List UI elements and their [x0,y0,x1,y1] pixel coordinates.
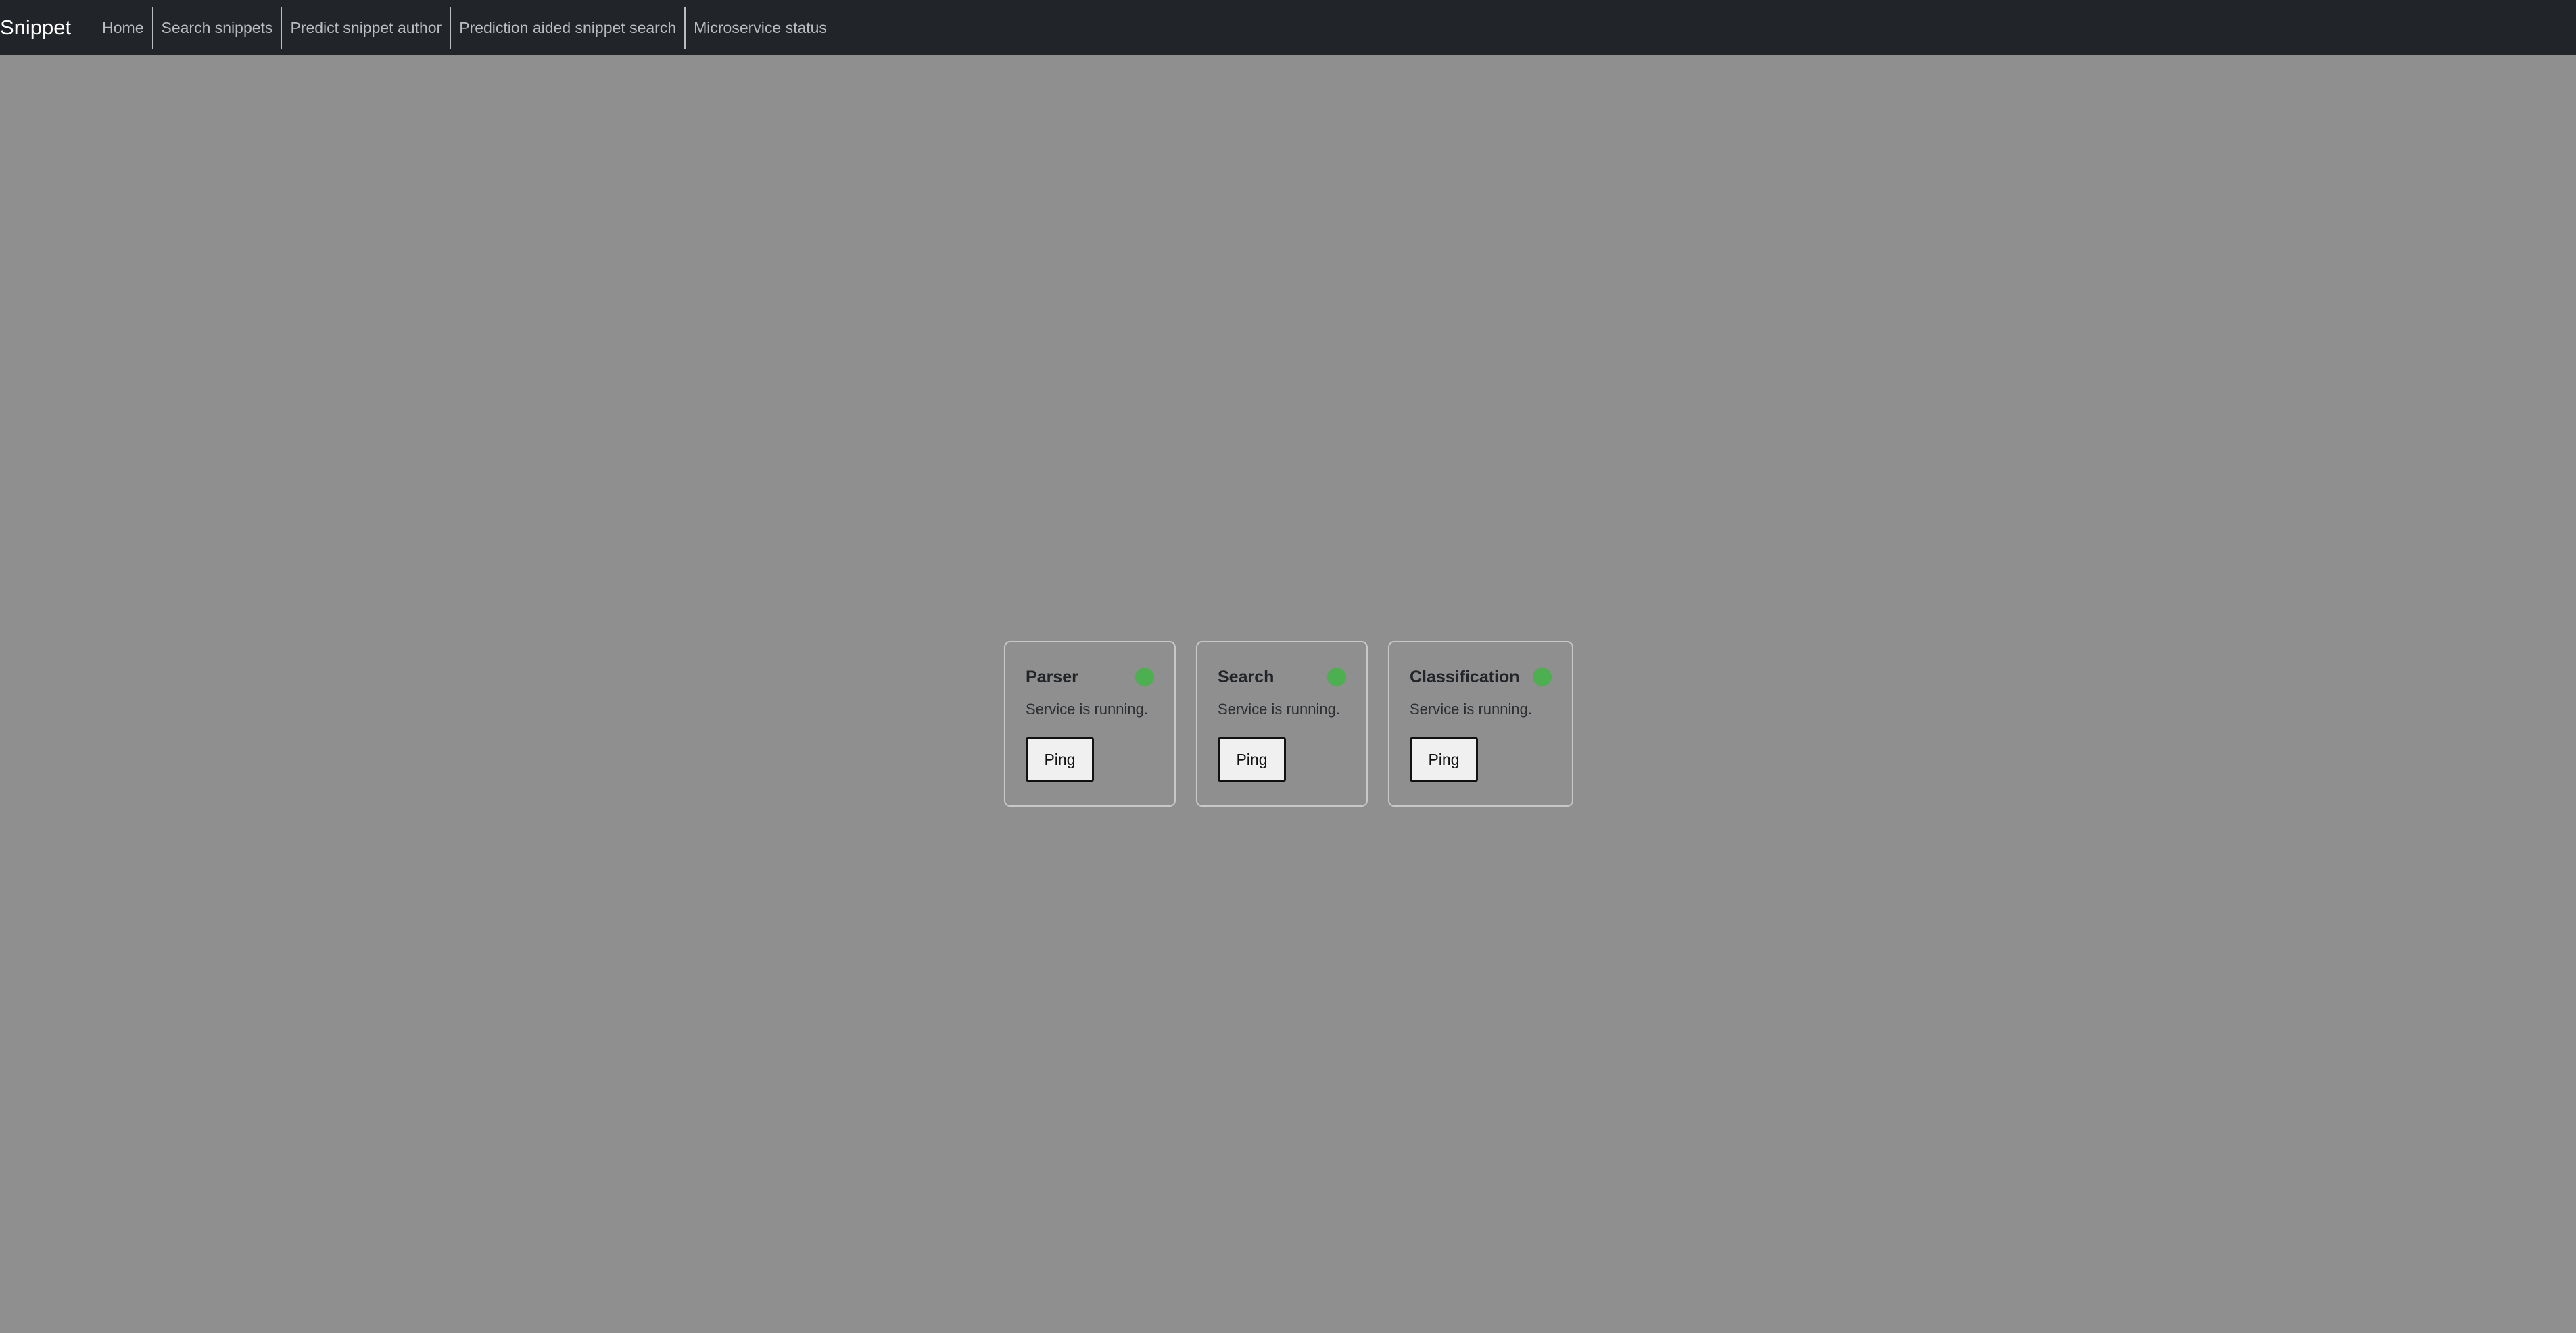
service-card-classification: Classification Service is running. Ping [1388,641,1573,807]
service-name: Classification [1410,667,1520,686]
status-indicator-icon [1135,668,1154,686]
card-header: Search [1218,661,1346,693]
status-indicator-icon [1533,668,1552,686]
service-name: Parser [1026,667,1078,686]
service-card-parser: Parser Service is running. Ping [1004,641,1176,807]
status-indicator-icon [1327,668,1346,686]
ping-button-parser[interactable]: Ping [1026,737,1094,782]
ping-button-classification[interactable]: Ping [1410,737,1478,782]
service-name: Search [1218,667,1274,686]
nav-links: Home Search snippets Predict snippet aut… [94,0,835,55]
nav-link-prediction-aided-search[interactable]: Prediction aided snippet search [451,7,684,49]
service-cards: Parser Service is running. Ping Search S… [1004,641,1573,807]
navbar: Snippet Home Search snippets Predict sni… [0,0,2576,55]
nav-link-predict-snippet-author[interactable]: Predict snippet author [282,7,450,49]
card-header: Classification [1410,661,1552,693]
service-card-search: Search Service is running. Ping [1196,641,1368,807]
card-header: Parser [1026,661,1154,693]
ping-button-search[interactable]: Ping [1218,737,1286,782]
service-status-text: Service is running. [1218,701,1340,718]
nav-link-search-snippets[interactable]: Search snippets [153,7,281,49]
nav-link-microservice-status[interactable]: Microservice status [686,7,835,49]
brand-link[interactable]: Snippet [0,16,71,40]
service-status-text: Service is running. [1026,701,1148,718]
nav-link-home[interactable]: Home [94,7,151,49]
service-status-text: Service is running. [1410,701,1532,718]
